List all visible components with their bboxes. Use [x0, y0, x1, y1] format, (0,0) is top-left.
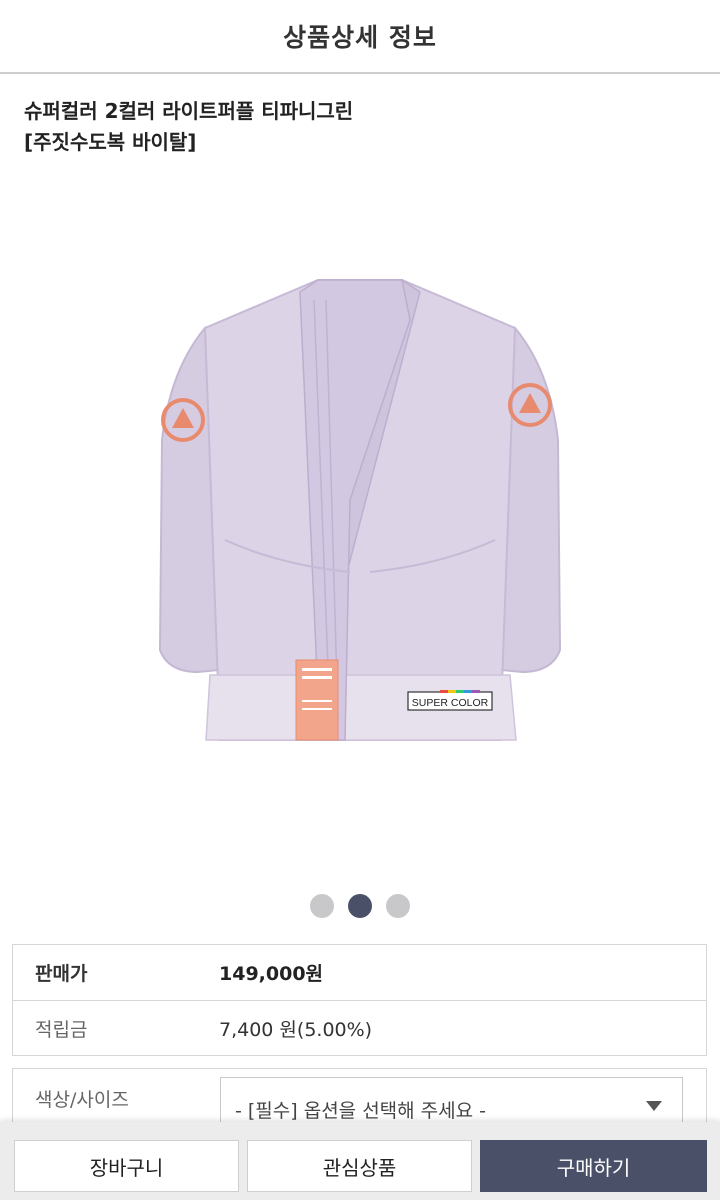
carousel-dot-1[interactable]	[310, 894, 334, 918]
buy-now-button[interactable]: 구매하기	[480, 1140, 707, 1192]
option-select-value: - [필수] 옵션을 선택해 주세요 -	[235, 1100, 487, 1122]
bottom-action-bar: 장바구니 관심상품 구매하기	[0, 1122, 720, 1200]
carousel-dot-2[interactable]	[348, 894, 372, 918]
product-name-line1: 슈퍼컬러 2컬러 라이트퍼플 티파니그린	[24, 99, 354, 123]
add-to-cart-button[interactable]: 장바구니	[14, 1140, 239, 1192]
price-value: 149,000원	[219, 963, 324, 985]
price-label: 판매가	[35, 963, 88, 985]
chevron-down-icon	[646, 1101, 662, 1111]
super-color-patch-text: SUPER COLOR	[412, 697, 489, 709]
super-color-patch: SUPER COLOR	[407, 690, 493, 711]
page-header: 상품상세 정보	[0, 0, 720, 74]
product-image[interactable]: SUPER COLOR	[0, 180, 720, 880]
carousel-dot-3[interactable]	[386, 894, 410, 918]
page-title: 상품상세 정보	[283, 23, 437, 52]
wishlist-button[interactable]: 관심상품	[247, 1140, 472, 1192]
points-value: 7,400 원(5.00%)	[219, 1018, 373, 1041]
points-row: 적립금 7,400 원(5.00%)	[13, 1000, 706, 1055]
product-name: 슈퍼컬러 2컬러 라이트퍼플 티파니그린 [주짓수도복 바이탈]	[24, 96, 696, 158]
option-label: 색상/사이즈	[35, 1089, 129, 1111]
image-carousel-dots	[0, 894, 720, 918]
gi-jacket-illustration: SUPER COLOR	[158, 278, 562, 741]
points-label: 적립금	[35, 1018, 88, 1041]
product-name-line2: [주짓수도복 바이탈]	[24, 130, 197, 154]
price-row: 판매가 149,000원	[13, 945, 706, 1000]
product-info-table: 판매가 149,000원 적립금 7,400 원(5.00%)	[12, 944, 707, 1056]
